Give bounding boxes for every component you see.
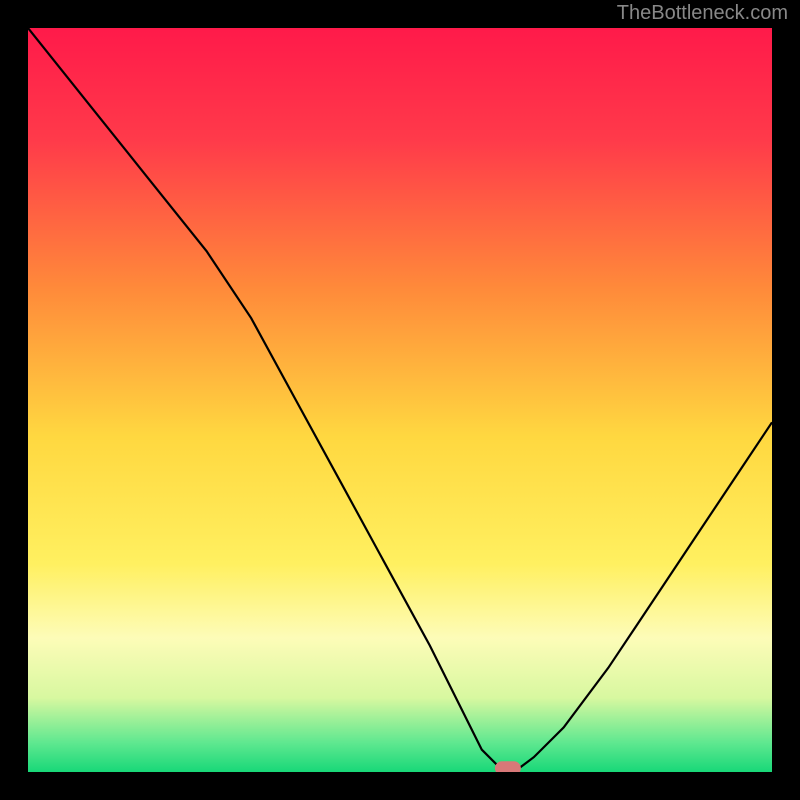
chart-background: [28, 28, 772, 772]
optimal-marker: [495, 761, 521, 772]
chart-plot-area: [28, 28, 772, 772]
chart-svg: [28, 28, 772, 772]
watermark-label: TheBottleneck.com: [617, 2, 788, 25]
